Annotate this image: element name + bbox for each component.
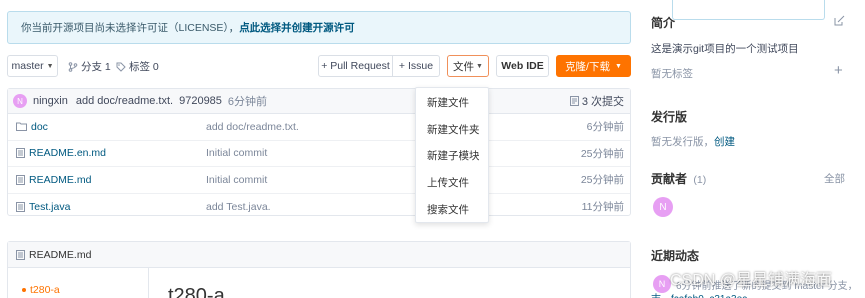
table-row[interactable]: README.md Initial commit 25分钟前 <box>8 167 630 194</box>
readme-panel: README.md t280-a t280-a <box>7 241 631 298</box>
commit-time: 6分钟前 <box>227 96 268 108</box>
branch-select[interactable]: master ▼ <box>7 55 58 77</box>
file-commit-message[interactable]: Initial commit <box>206 147 267 159</box>
file-name-link[interactable]: README.en.md <box>16 147 106 159</box>
file-icon <box>16 174 25 185</box>
file-name: README.md <box>29 173 92 186</box>
create-release-link[interactable]: 创建 <box>714 136 735 148</box>
edit-description-box[interactable] <box>672 0 825 20</box>
intro-text: 这是演示git项目的一个测试项目 <box>651 43 799 55</box>
tags-link[interactable]: 标签 0 <box>116 59 159 74</box>
recent-activity-title: 近期动态 <box>651 249 700 263</box>
toc-bullet <box>22 288 26 292</box>
table-row[interactable]: doc add doc/readme.txt. 6分钟前 <box>8 114 630 141</box>
file-icon <box>16 249 25 260</box>
commit-message[interactable]: add doc/readme.txt. <box>76 95 173 107</box>
file-name: Test.java <box>29 200 71 213</box>
edit-icon[interactable] <box>834 15 845 26</box>
readme-heading: t280-a <box>168 285 225 298</box>
contributor-avatar[interactable]: N <box>653 197 673 217</box>
contributors-title: 贡献者 <box>651 172 688 186</box>
commit-count: 3 次提交 <box>581 96 624 108</box>
avatar[interactable]: N <box>13 94 27 108</box>
file-menu-label: 文件 <box>453 60 475 73</box>
pr-issue-group: + Pull Request + Issue <box>318 55 440 77</box>
readme-header: README.md <box>8 242 630 268</box>
branches-count: 分支 1 <box>81 61 111 73</box>
file-name: doc <box>31 120 48 133</box>
branch-icon <box>68 61 78 72</box>
branches-link[interactable]: 分支 1 <box>68 59 111 74</box>
file-commit-time: 25分钟前 <box>580 147 624 160</box>
no-tags-text: 暂无标签 <box>651 68 693 80</box>
table-row[interactable]: Test.java add Test.java. 11分钟前 <box>8 194 630 221</box>
chevron-down-icon: ▼ <box>614 62 622 70</box>
chevron-down-icon: ▼ <box>476 62 483 70</box>
tag-icon <box>116 62 126 72</box>
table-row[interactable]: README.en.md Initial commit 25分钟前 <box>8 141 630 167</box>
latest-commit-row: N ningxin add doc/readme.txt. 9720985 6分… <box>8 89 630 114</box>
add-tag-icon[interactable]: + <box>834 62 843 79</box>
file-dropdown-menu: 新建文件 新建文件夹 新建子模块 上传文件 搜索文件 <box>415 87 489 223</box>
menu-item[interactable]: 新建文件夹 <box>416 116 488 143</box>
release-title: 发行版 <box>651 110 688 124</box>
file-commit-time: 6分钟前 <box>586 121 624 134</box>
file-menu-button[interactable]: 文件 ▼ <box>447 55 489 77</box>
new-pull-request-button[interactable]: + Pull Request <box>319 56 393 76</box>
file-icon <box>16 148 25 159</box>
commit-author[interactable]: ningxin <box>33 95 68 107</box>
contributors-title-row: 贡献者 (1) <box>651 170 706 187</box>
readme-toc: t280-a <box>8 268 149 298</box>
file-name: README.en.md <box>29 147 107 160</box>
new-issue-button[interactable]: + Issue <box>393 56 439 76</box>
tags-count: 标签 0 <box>129 61 159 73</box>
file-commit-message[interactable]: Initial commit <box>206 174 267 186</box>
license-notice: 你当前开源项目尚未选择许可证（LICENSE）， 点此选择并创建开源许可 <box>7 11 631 44</box>
menu-item[interactable]: 上传文件 <box>416 169 488 196</box>
toc-item[interactable]: t280-a <box>22 284 60 296</box>
chevron-down-icon: ▼ <box>46 62 54 70</box>
menu-item[interactable]: 新建子模块 <box>416 143 488 170</box>
toc-item-label: t280-a <box>30 284 60 296</box>
file-commit-message[interactable]: add doc/readme.txt. <box>206 121 299 133</box>
csdn-watermark: CSDN @星星铺满海面 <box>670 272 833 289</box>
clone-download-label: 克隆/下载 <box>565 60 610 73</box>
no-release-row: 暂无发行版，创建 <box>651 134 735 149</box>
branch-name: master <box>11 60 44 72</box>
menu-item[interactable]: 搜索文件 <box>416 196 488 223</box>
file-name-link[interactable]: doc <box>16 121 48 133</box>
file-commit-time: 11分钟前 <box>581 201 624 214</box>
file-commit-time: 25分钟前 <box>580 174 624 187</box>
contributors-count: (1) <box>693 174 707 186</box>
create-license-link[interactable]: 点此选择并创建开源许可 <box>239 20 355 35</box>
activity-line-2[interactable]: 末，fcafab0..c31a3ec <box>651 290 747 298</box>
no-release-text: 暂无发行版， <box>651 136 714 148</box>
file-table: N ningxin add doc/readme.txt. 9720985 6分… <box>7 88 631 216</box>
readme-filename: README.md <box>29 248 92 261</box>
intro-title: 简介 <box>651 16 676 30</box>
commit-count-link[interactable]: 3 次提交 <box>569 93 624 109</box>
folder-icon <box>16 122 27 132</box>
file-icon <box>16 201 25 212</box>
file-commit-message[interactable]: add Test.java. <box>206 201 271 213</box>
file-name-link[interactable]: Test.java <box>16 201 70 213</box>
file-name-link[interactable]: README.md <box>16 174 91 186</box>
web-ide-button[interactable]: Web IDE <box>496 55 549 77</box>
license-notice-text: 你当前开源项目尚未选择许可证（LICENSE）， <box>21 22 240 34</box>
clone-download-button[interactable]: 克隆/下载 ▼ <box>556 55 631 77</box>
commit-hash[interactable]: 9720985 <box>179 95 222 107</box>
commits-icon <box>569 96 579 106</box>
menu-item[interactable]: 新建文件 <box>416 89 488 116</box>
contributors-all-link[interactable]: 全部 <box>824 171 845 186</box>
